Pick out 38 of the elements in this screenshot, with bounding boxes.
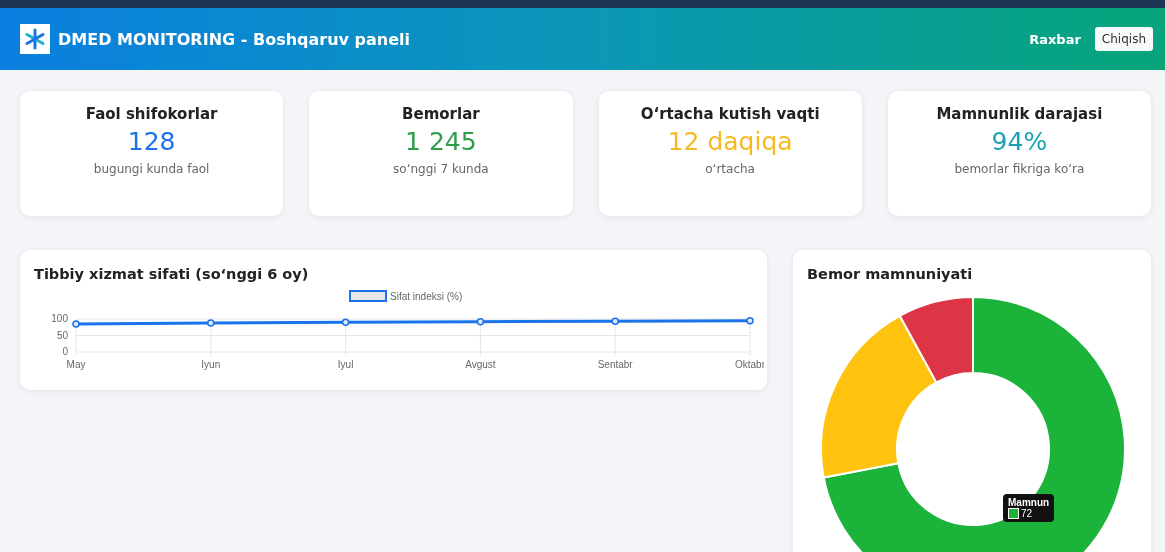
logout-button[interactable]: Chiqish xyxy=(1094,27,1153,51)
tooltip-swatch xyxy=(1008,508,1019,519)
y-tick-label: 50 xyxy=(56,329,68,341)
stat-note: o‘rtacha xyxy=(705,162,755,176)
tooltip-value: 72 xyxy=(1021,508,1033,519)
stat-value: 128 xyxy=(127,127,176,156)
stat-title: Bemorlar xyxy=(402,105,480,123)
stat-title: Mamnunlik darajasi xyxy=(936,105,1103,123)
data-point xyxy=(207,319,215,327)
asterisk-logo-icon xyxy=(20,24,50,54)
chart-title: Bemor mamnuniyati xyxy=(807,266,973,282)
stat-note: bugungi kunda faol xyxy=(93,162,210,176)
chart-title: Tibbiy xizmat sifati (so‘nggi 6 oy) xyxy=(34,266,309,282)
y-tick-label: 0 xyxy=(62,346,68,357)
stat-value: 12 daqiqa xyxy=(667,127,793,156)
data-point xyxy=(476,317,485,326)
x-tick-label: Avgust xyxy=(465,359,496,370)
app-title: DMED MONITORING - Boshqaruv paneli xyxy=(58,29,412,49)
x-tick-label: Iyul xyxy=(337,359,354,370)
x-tick-label: Sentabr xyxy=(597,359,633,370)
user-role: Raxbar xyxy=(1029,31,1081,47)
legend-label: Sifat indeksi (%) xyxy=(390,291,463,302)
x-tick-label: Iyun xyxy=(201,359,221,370)
legend-swatch xyxy=(349,290,387,302)
data-point xyxy=(746,316,754,325)
x-tick-label: Oktabr xyxy=(735,359,764,370)
stat-value: 1 245 xyxy=(405,127,477,156)
data-point xyxy=(341,318,350,327)
tooltip-title: Mamnun xyxy=(1008,497,1050,508)
stat-note: bemorlar fikriga ko‘ra xyxy=(954,162,1085,176)
stat-title: O‘rtacha kutish vaqti xyxy=(640,105,820,123)
data-point xyxy=(72,320,80,328)
stat-title: Faol shifokorlar xyxy=(85,105,218,123)
data-point xyxy=(611,317,619,326)
x-tick-label: May xyxy=(66,359,86,370)
stat-note: so‘nggi 7 kunda xyxy=(393,162,489,176)
stat-value: 94% xyxy=(991,127,1048,156)
y-tick-label: 100 xyxy=(51,313,68,324)
